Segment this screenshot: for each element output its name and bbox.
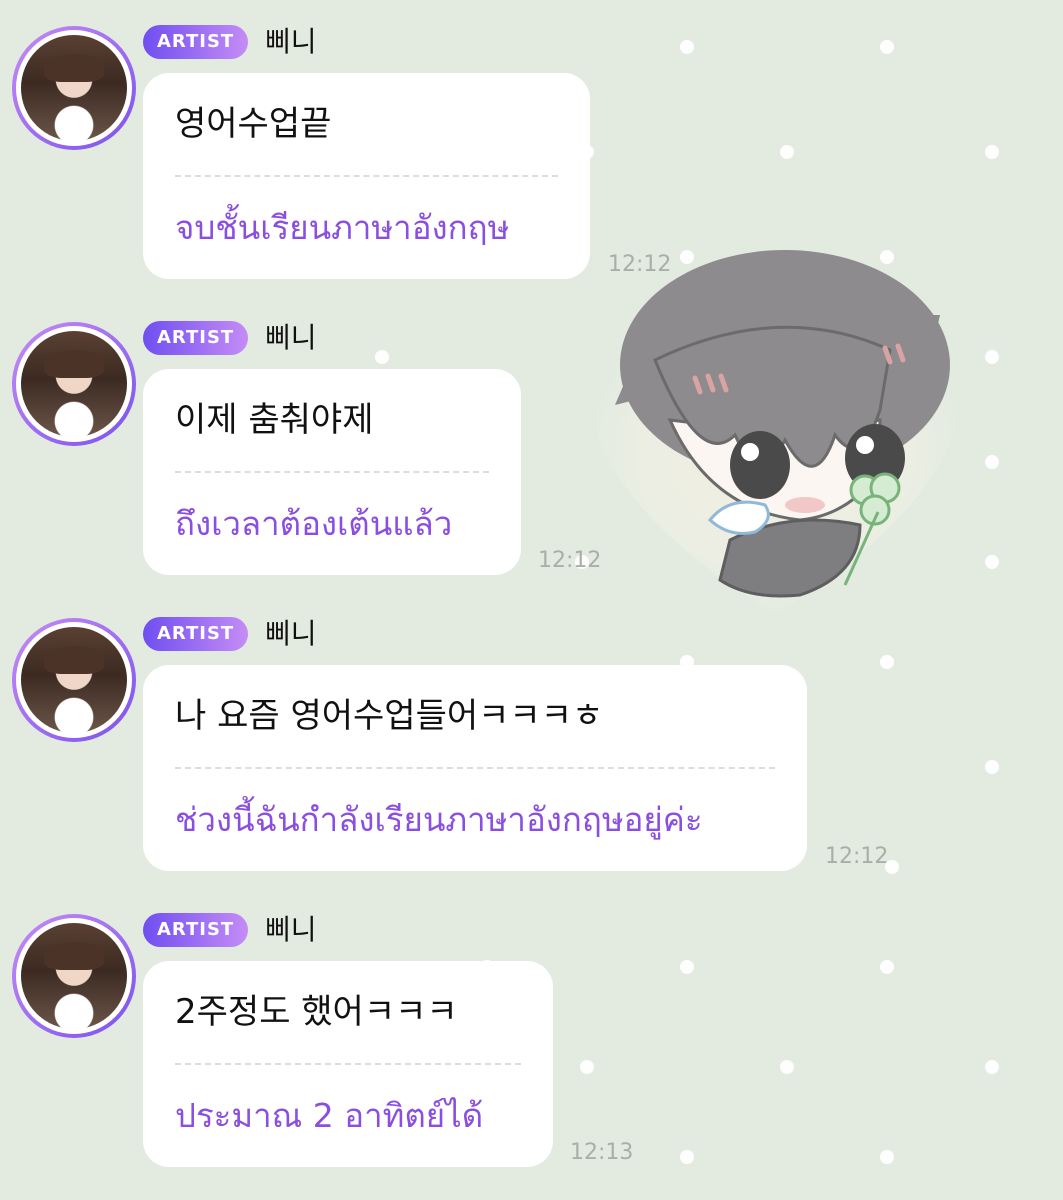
- translation-text: จบชั้นเรียนภาษาอังกฤษ: [175, 208, 510, 247]
- message-text: 나 요즘 영어수업들어ㅋㅋㅋㅎ: [175, 696, 604, 736]
- chibi-character-with-clover-sticker: [588, 250, 962, 615]
- sender-name: 삐니: [265, 321, 317, 354]
- message-bubble[interactable]: 2주정도 했어ㅋㅋㅋ ประมาณ 2 อาทิตย์ได้: [143, 961, 553, 1167]
- artist-badge: ARTIST: [143, 913, 249, 947]
- artist-badge: ARTIST: [143, 617, 249, 651]
- avatar[interactable]: [12, 26, 136, 150]
- avatar-photo: [21, 331, 127, 437]
- avatar-photo: [21, 923, 127, 1029]
- sender-name: 삐니: [265, 617, 317, 650]
- message-bubble[interactable]: 영어수업끝 จบชั้นเรียนภาษาอังกฤษ: [143, 73, 590, 279]
- translation-text: ช่วงนี้ฉันกำลังเรียนภาษาอังกฤษอยู่ค่ะ: [175, 800, 703, 839]
- sender-name: 삐니: [265, 913, 317, 946]
- message-time: 12:12: [825, 844, 889, 869]
- sender-name: 삐니: [265, 25, 317, 58]
- message-text: 2주정도 했어ㅋㅋㅋ: [175, 992, 458, 1032]
- avatar[interactable]: [12, 914, 136, 1038]
- avatar-photo: [21, 35, 127, 141]
- avatar[interactable]: [12, 618, 136, 742]
- translation-text: ประมาณ 2 อาทิตย์ได้: [175, 1096, 484, 1135]
- message-bubble[interactable]: 이제 춤춰야제 ถึงเวลาต้องเต้นแล้ว: [143, 369, 521, 575]
- message-text: 영어수업끝: [175, 104, 332, 144]
- message-time: 12:12: [538, 548, 602, 573]
- translation-text: ถึงเวลาต้องเต้นแล้ว: [175, 504, 453, 543]
- message-time: 12:13: [570, 1140, 634, 1165]
- artist-badge: ARTIST: [143, 25, 249, 59]
- message-time: 12:12: [608, 252, 672, 277]
- avatar-photo: [21, 627, 127, 733]
- message-text: 이제 춤춰야제: [175, 400, 374, 440]
- message-bubble[interactable]: 나 요즘 영어수업들어ㅋㅋㅋㅎ ช่วงนี้ฉันกำลังเรียนภาษา…: [143, 665, 807, 871]
- avatar[interactable]: [12, 322, 136, 446]
- artist-badge: ARTIST: [143, 321, 249, 355]
